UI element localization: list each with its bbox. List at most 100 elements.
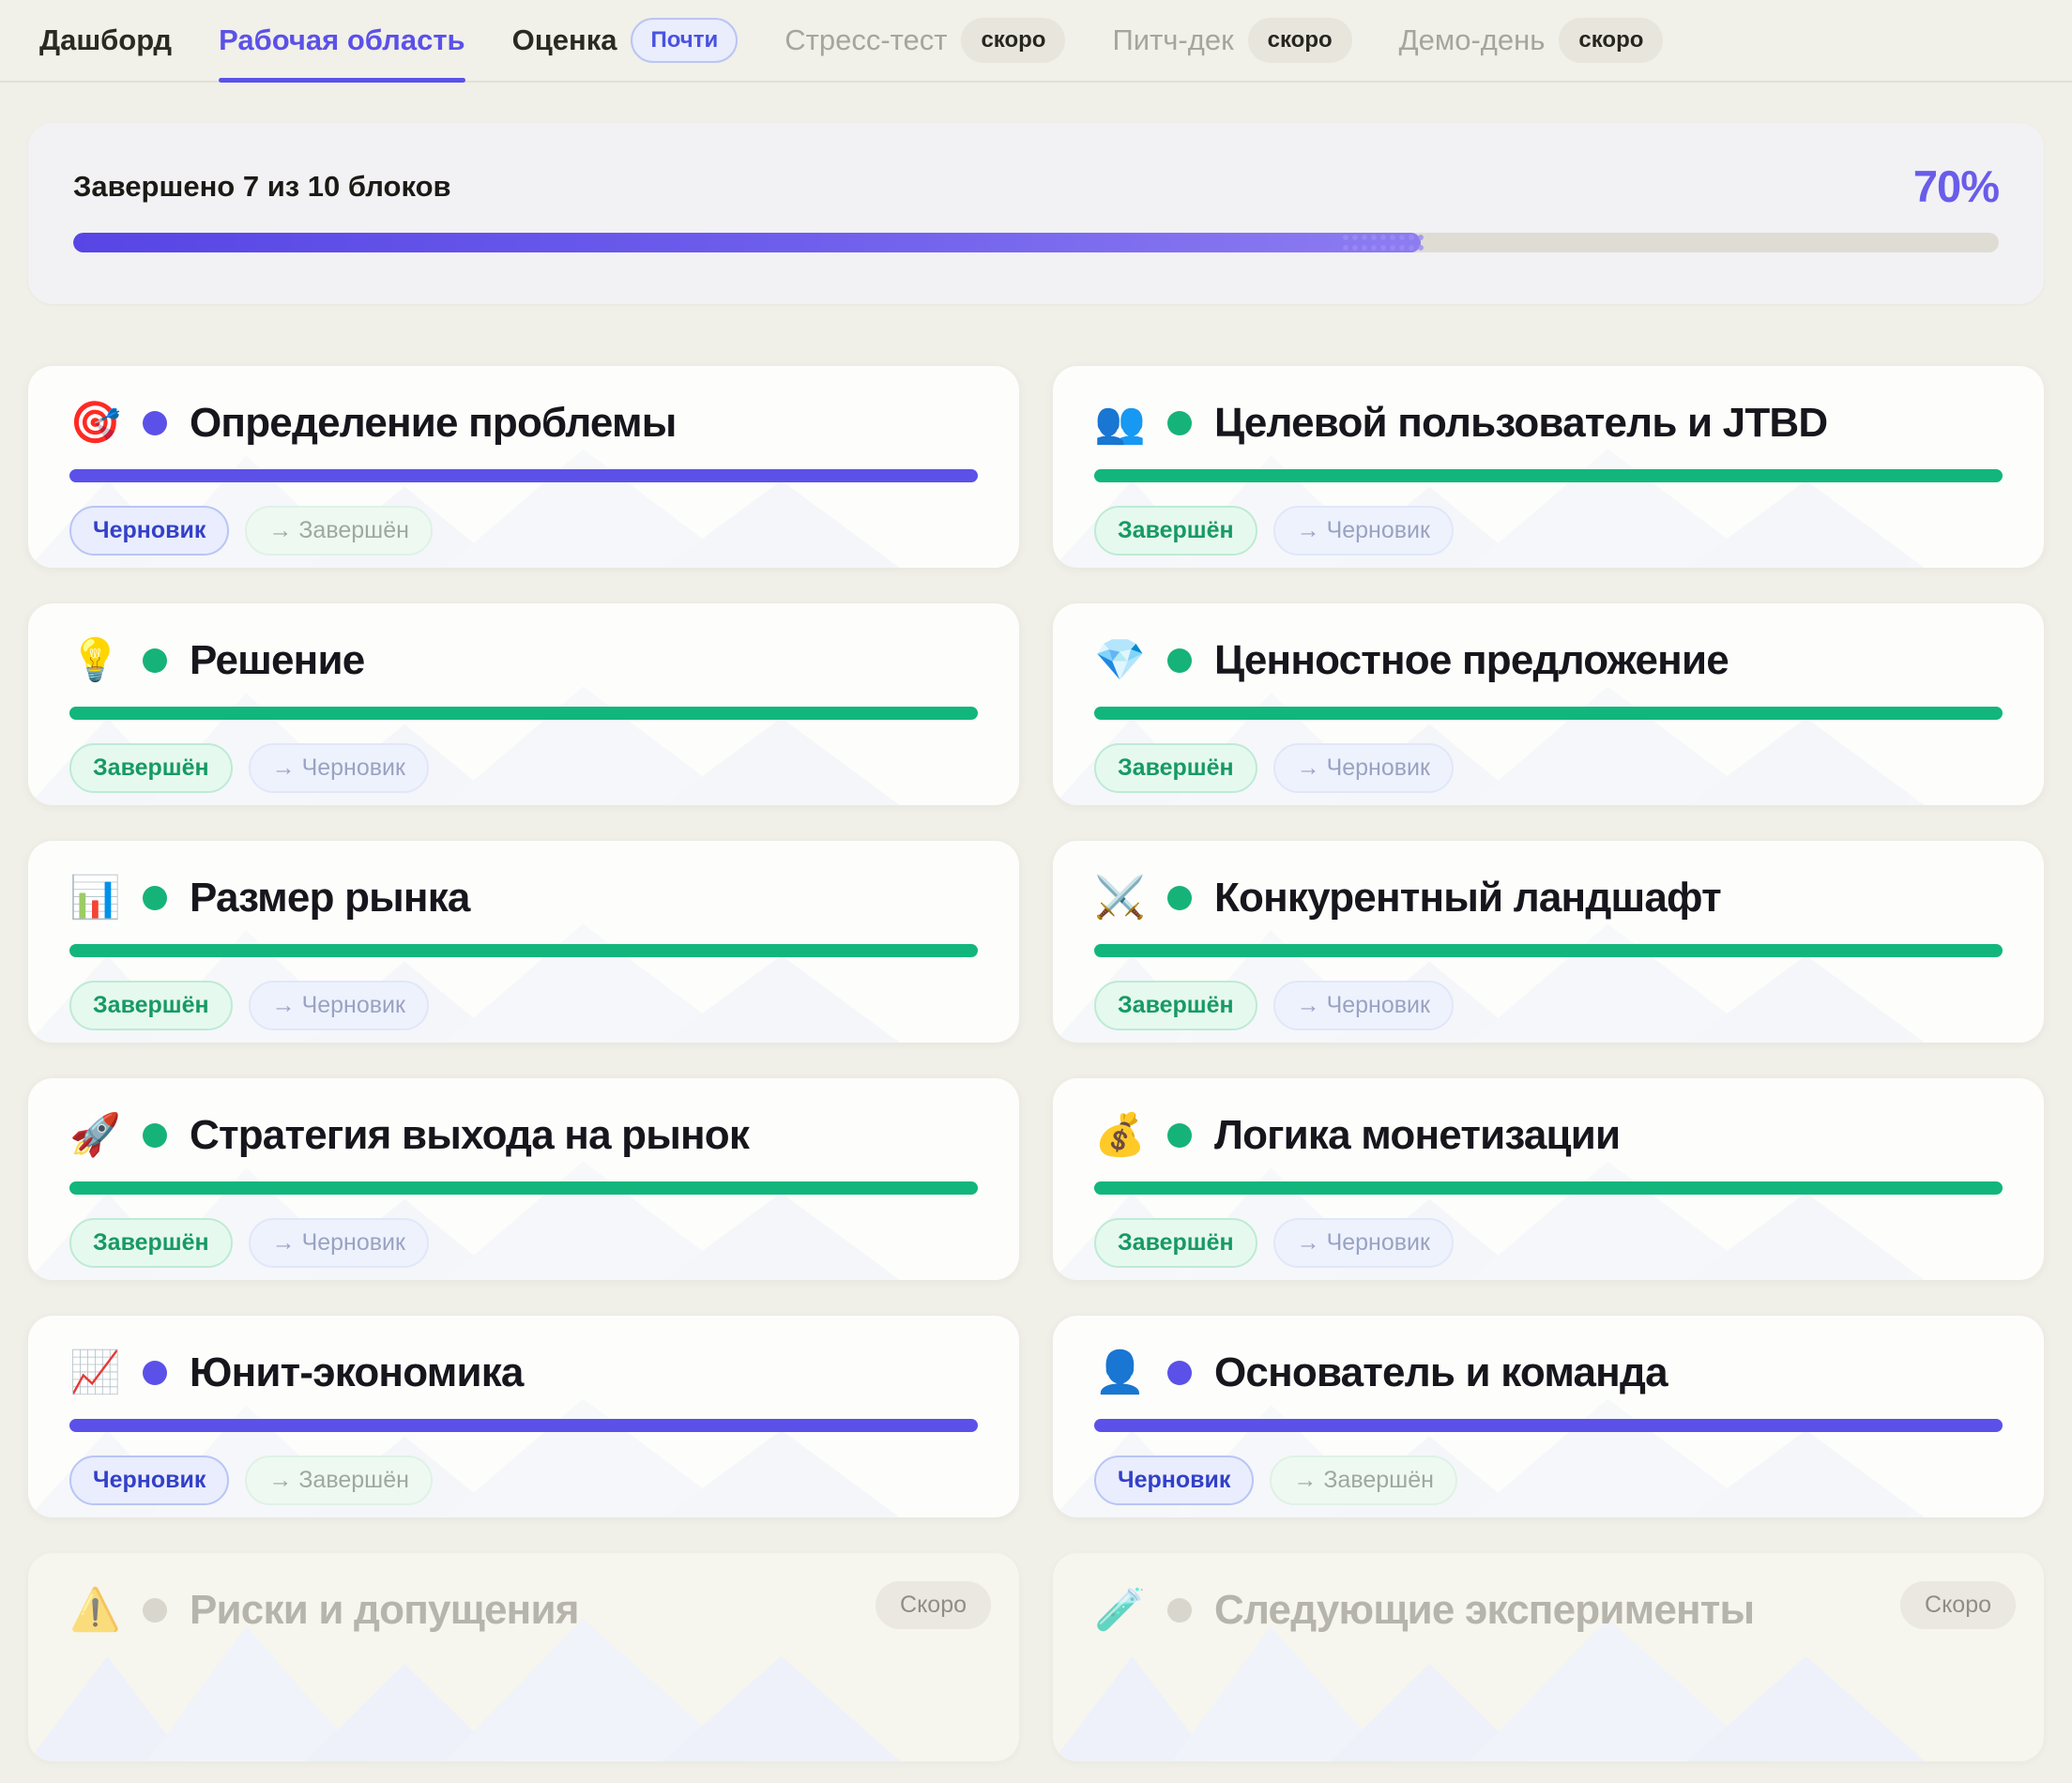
nav-tab-label: Демо-день: [1399, 23, 1546, 57]
block-title: Юнит-экономика: [190, 1349, 524, 1396]
status-action-badge[interactable]: → Завершён: [1270, 1455, 1457, 1505]
status-badge: Завершён: [1094, 506, 1257, 556]
status-badge: Завершён: [1094, 981, 1257, 1030]
block-title: Стратегия выхода на рынок: [190, 1112, 749, 1159]
status-dot: [1167, 1123, 1192, 1148]
status-action-badge[interactable]: → Черновик: [1273, 743, 1454, 793]
nav-tab-badge-pitch-deck: скоро: [1248, 18, 1352, 63]
block-progress-bar: [1094, 469, 2003, 482]
status-dot: [1167, 411, 1192, 435]
status-badge: Завершён: [1094, 1218, 1257, 1268]
nav-tab-evaluation[interactable]: Оценка Почти: [512, 0, 739, 81]
status-action-badge[interactable]: → Черновик: [249, 981, 429, 1030]
block-card-risks-assumptions[interactable]: ⚠️ Риски и допущения Скоро: [28, 1553, 1019, 1761]
progress-track: [73, 233, 1999, 252]
block-card-value-proposition[interactable]: 💎 Ценностное предложение Завершён → Черн…: [1053, 603, 2044, 805]
progress-fill: [73, 233, 1421, 252]
users-icon: 👥: [1094, 403, 1145, 444]
soon-badge: Скоро: [1900, 1581, 2016, 1629]
nav-tab-badge-demo-day: скоро: [1559, 18, 1663, 63]
nav-tab-badge-evaluation: Почти: [631, 18, 738, 63]
status-action-badge[interactable]: → Черновик: [1273, 506, 1454, 556]
target-icon: 🎯: [69, 403, 120, 444]
test-tube-icon: 🧪: [1094, 1590, 1145, 1631]
nav-tab-demo-day[interactable]: Демо-день скоро: [1399, 0, 1664, 81]
block-card-next-experiments[interactable]: 🧪 Следующие эксперименты Скоро: [1053, 1553, 2044, 1761]
block-title: Следующие эксперименты: [1214, 1587, 1754, 1634]
status-action-badge[interactable]: → Черновик: [1273, 981, 1454, 1030]
warning-icon: ⚠️: [69, 1590, 120, 1631]
nav-tab-label: Дашборд: [39, 23, 172, 57]
block-card-competitive-landscape[interactable]: ⚔️ Конкурентный ландшафт Завершён → Черн…: [1053, 841, 2044, 1043]
person-icon: 👤: [1094, 1352, 1145, 1394]
status-action-badge[interactable]: → Черновик: [1273, 1218, 1454, 1268]
block-card-go-to-market[interactable]: 🚀 Стратегия выхода на рынок Завершён → Ч…: [28, 1078, 1019, 1280]
block-card-market-size[interactable]: 📊 Размер рынка Завершён → Черновик: [28, 841, 1019, 1043]
nav-tab-label: Оценка: [512, 23, 617, 57]
block-progress-bar: [69, 707, 978, 720]
status-dot: [1167, 648, 1192, 673]
block-title: Основатель и команда: [1214, 1349, 1668, 1396]
status-dot: [143, 411, 167, 435]
block-progress-bar: [69, 1419, 978, 1432]
status-dot: [143, 648, 167, 673]
block-title: Логика монетизации: [1214, 1112, 1620, 1159]
gem-icon: 💎: [1094, 640, 1145, 681]
status-action-badge[interactable]: → Черновик: [249, 743, 429, 793]
soon-badge: Скоро: [876, 1581, 991, 1629]
status-action-badge[interactable]: → Черновик: [249, 1218, 429, 1268]
top-nav: Дашборд Рабочая область Оценка Почти Стресс-…: [0, 0, 2072, 83]
block-title: Определение проблемы: [190, 400, 677, 447]
status-dot: [143, 1598, 167, 1623]
block-card-solution[interactable]: 💡 Решение Завершён → Черновик: [28, 603, 1019, 805]
status-badge: Завершён: [69, 1218, 233, 1268]
block-title: Ценностное предложение: [1214, 637, 1729, 684]
block-card-problem-definition[interactable]: 🎯 Определение проблемы Черновик → Заверш…: [28, 366, 1019, 568]
block-card-founder-team[interactable]: 👤 Основатель и команда Черновик → Заверш…: [1053, 1316, 2044, 1517]
nav-tab-pitch-deck[interactable]: Питч-декскоро: [1112, 0, 1351, 81]
crossed-swords-icon: ⚔️: [1094, 877, 1145, 919]
block-progress-bar: [69, 1181, 978, 1195]
block-progress-bar: [69, 944, 978, 957]
nav-tab-label: Рабочая область: [219, 23, 465, 57]
status-dot: [1167, 886, 1192, 910]
progress-banner: Завершено 7 из 10 блоков 70%: [28, 123, 2044, 304]
block-title: Решение: [190, 637, 364, 684]
status-dot: [1167, 1598, 1192, 1623]
block-progress-bar: [1094, 944, 2003, 957]
blocks-grid: 🎯 Определение проблемы Черновик → Заверш…: [28, 366, 2044, 1761]
block-progress-bar: [1094, 1181, 2003, 1195]
light-bulb-icon: 💡: [69, 640, 120, 681]
block-title: Конкурентный ландшафт: [1214, 875, 1721, 922]
bar-chart-icon: 📊: [69, 877, 120, 919]
nav-tab-label: Стресс-тест: [785, 23, 947, 57]
block-progress-bar: [1094, 1419, 2003, 1432]
progress-percent: 70%: [1913, 160, 1999, 212]
nav-tab-dashboard[interactable]: Дашборд: [39, 0, 172, 81]
status-dot: [1167, 1361, 1192, 1385]
block-card-target-user-jtbd[interactable]: 👥 Целевой пользователь и JTBD Завершён →…: [1053, 366, 2044, 568]
status-dot: [143, 1361, 167, 1385]
chart-increasing-icon: 📈: [69, 1352, 120, 1394]
status-action-badge[interactable]: → Завершён: [245, 1455, 433, 1505]
block-progress-bar: [69, 469, 978, 482]
block-progress-bar: [1094, 707, 2003, 720]
money-bag-icon: 💰: [1094, 1115, 1145, 1156]
mountains-watermark: [1053, 1611, 2044, 1761]
progress-banner-title: Завершено 7 из 10 блоков: [73, 170, 451, 204]
block-title: Размер рынка: [190, 875, 470, 922]
status-dot: [143, 1123, 167, 1148]
status-badge: Завершён: [69, 981, 233, 1030]
status-badge: Черновик: [69, 506, 229, 556]
nav-tab-workspace[interactable]: Рабочая область: [219, 0, 465, 81]
block-card-unit-economics[interactable]: 📈 Юнит-экономика Черновик → Завершён: [28, 1316, 1019, 1517]
status-badge: Черновик: [1094, 1455, 1254, 1505]
rocket-icon: 🚀: [69, 1115, 120, 1156]
status-action-badge[interactable]: → Завершён: [245, 506, 433, 556]
nav-tab-badge-stress-test: скоро: [961, 18, 1065, 63]
block-title: Риски и допущения: [190, 1587, 579, 1634]
nav-tab-stress-test[interactable]: Стресс-тест скоро: [785, 0, 1065, 81]
block-card-monetization-logic[interactable]: 💰 Логика монетизации Завершён → Черновик: [1053, 1078, 2044, 1280]
status-badge: Завершён: [69, 743, 233, 793]
status-badge: Черновик: [69, 1455, 229, 1505]
